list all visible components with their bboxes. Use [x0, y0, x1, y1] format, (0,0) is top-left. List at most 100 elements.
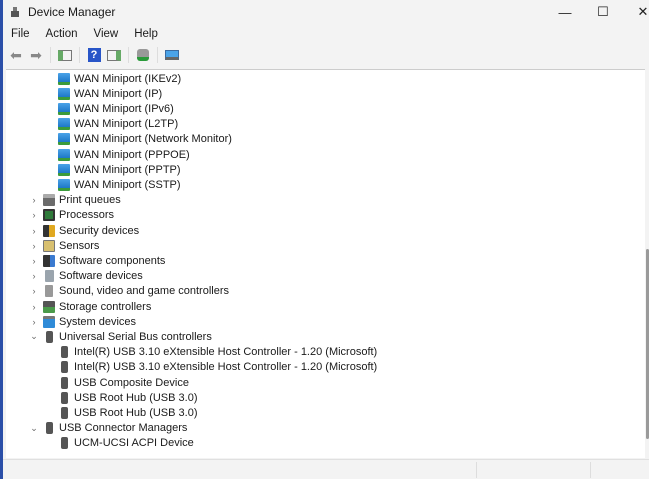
vertical-scrollbar[interactable] [645, 69, 649, 458]
net-icon [58, 163, 70, 176]
category-item[interactable]: › Software components [33, 253, 166, 268]
category-item[interactable]: › Sound, video and game controllers [33, 284, 229, 299]
status-divider [476, 462, 477, 478]
item-label: Processors [59, 209, 115, 222]
toolbar-separator [128, 47, 129, 63]
usb-icon [46, 422, 53, 435]
chevron-right-icon[interactable]: › [29, 286, 39, 296]
chevron-down-icon[interactable]: ⌄ [29, 331, 39, 342]
item-label: USB Composite Device [74, 376, 189, 389]
net-icon [58, 118, 70, 131]
item-label: Security devices [59, 224, 140, 237]
menu-view[interactable]: View [86, 26, 127, 42]
close-button[interactable]: ✕ [623, 0, 649, 24]
menu-action[interactable]: Action [38, 26, 86, 42]
item-label: Print queues [59, 194, 121, 207]
scan-hardware-icon[interactable] [135, 47, 151, 63]
back-icon[interactable]: ⬅ [8, 47, 24, 63]
chevron-right-icon[interactable]: › [29, 271, 39, 281]
item-label: Software components [59, 254, 166, 267]
item-label: WAN Miniport (IPv6) [74, 102, 174, 115]
minimize-button[interactable]: — [545, 0, 585, 24]
chevron-right-icon[interactable]: › [29, 226, 39, 236]
device-item[interactable]: WAN Miniport (SSTP) [58, 177, 181, 192]
net-icon [58, 87, 70, 100]
item-label: Sound, video and game controllers [59, 285, 229, 298]
cpu-icon [43, 209, 55, 222]
device-item[interactable]: WAN Miniport (PPTP) [58, 162, 181, 177]
chevron-right-icon[interactable]: › [29, 302, 39, 312]
usb-icon [61, 391, 68, 404]
console-tree-icon[interactable] [57, 47, 73, 63]
menu-help[interactable]: Help [126, 26, 166, 42]
category-item[interactable]: › Processors [33, 208, 115, 223]
category-item[interactable]: › Security devices [33, 223, 140, 238]
net-icon [58, 102, 70, 115]
usb-icon [61, 361, 68, 374]
chevron-right-icon[interactable]: › [29, 241, 39, 251]
device-item[interactable]: Intel(R) USB 3.10 eXtensible Host Contro… [58, 360, 377, 375]
chevron-right-icon[interactable]: › [29, 256, 39, 266]
chevron-down-icon[interactable]: ⌄ [29, 423, 39, 434]
item-label: WAN Miniport (SSTP) [74, 178, 181, 191]
device-manager-window: Device Manager — ☐ ✕ File Action View He… [0, 0, 649, 479]
item-label: WAN Miniport (IP) [74, 87, 163, 100]
menu-file[interactable]: File [3, 26, 38, 42]
device-item[interactable]: USB Composite Device [58, 375, 189, 390]
usb-icon [46, 330, 53, 343]
title-bar: Device Manager — ☐ ✕ [3, 0, 649, 24]
chevron-right-icon[interactable]: › [29, 210, 39, 220]
toolbar: ⬅ ➡ ? [3, 44, 649, 66]
sound-icon [45, 285, 53, 298]
device-item[interactable]: WAN Miniport (IP) [58, 86, 162, 101]
chevron-right-icon[interactable]: › [29, 195, 39, 205]
status-bar [3, 459, 649, 479]
device-item[interactable]: WAN Miniport (IPv6) [58, 101, 174, 116]
swdev-icon [45, 270, 54, 283]
device-item[interactable]: WAN Miniport (L2TP) [58, 117, 178, 132]
device-tree: WAN Miniport (IKEv2) WAN Miniport (IP) WAN… [6, 69, 648, 458]
device-item[interactable]: Intel(R) USB 3.10 eXtensible Host Contro… [58, 345, 377, 360]
device-item[interactable]: WAN Miniport (Network Monitor) [58, 132, 232, 147]
net-icon [58, 148, 70, 161]
item-label: WAN Miniport (Network Monitor) [74, 133, 232, 146]
item-label: WAN Miniport (PPTP) [74, 163, 181, 176]
item-label: WAN Miniport (PPPOE) [74, 148, 190, 161]
usb-icon [61, 437, 68, 450]
maximize-button[interactable]: ☐ [583, 0, 623, 24]
toolbar-separator [50, 47, 51, 63]
net-icon [58, 178, 70, 191]
category-item[interactable]: ⌄ Universal Serial Bus controllers [30, 329, 212, 344]
category-item[interactable]: › Software devices [33, 269, 143, 284]
swcomp-icon [43, 254, 55, 267]
help-icon[interactable]: ? [86, 47, 102, 63]
computer-icon[interactable] [164, 47, 180, 63]
item-label: Software devices [59, 270, 143, 283]
device-item[interactable]: WAN Miniport (IKEv2) [58, 71, 181, 86]
device-item[interactable]: UCM-UCSI ACPI Device [58, 436, 194, 451]
device-item[interactable]: USB Root Hub (USB 3.0) [58, 405, 198, 420]
properties-icon[interactable] [106, 47, 122, 63]
item-label: WAN Miniport (L2TP) [74, 118, 179, 131]
net-icon [58, 133, 70, 146]
usb-icon [61, 406, 68, 419]
category-item[interactable]: › Storage controllers [33, 299, 151, 314]
usb-icon [61, 376, 68, 389]
item-label: System devices [59, 315, 137, 328]
item-label: UCM-UCSI ACPI Device [74, 437, 194, 450]
category-item[interactable]: › Print queues [33, 193, 121, 208]
forward-icon[interactable]: ➡ [28, 47, 44, 63]
sensor-icon [43, 239, 55, 252]
category-item[interactable]: › System devices [33, 314, 137, 329]
window-title: Device Manager [28, 5, 116, 19]
item-label: USB Connector Managers [59, 422, 188, 435]
device-item[interactable]: USB Root Hub (USB 3.0) [58, 390, 198, 405]
storage-icon [43, 300, 55, 313]
security-icon [43, 224, 55, 237]
item-label: Intel(R) USB 3.10 eXtensible Host Contro… [74, 346, 378, 359]
category-item[interactable]: ⌄ USB Connector Managers [30, 421, 188, 436]
menu-bar: File Action View Help [3, 26, 649, 42]
category-item[interactable]: › Sensors [33, 238, 99, 253]
chevron-right-icon[interactable]: › [29, 317, 39, 327]
device-item[interactable]: WAN Miniport (PPPOE) [58, 147, 190, 162]
